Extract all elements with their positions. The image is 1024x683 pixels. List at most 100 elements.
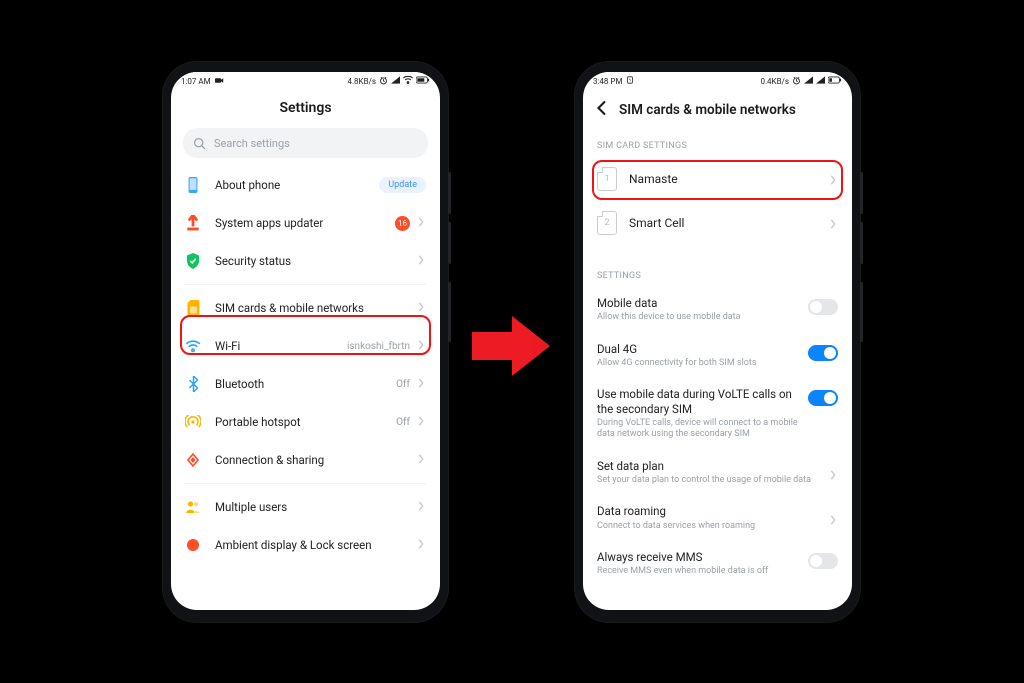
users-icon xyxy=(185,499,201,515)
signal-icon xyxy=(816,76,825,86)
phone-button xyxy=(860,172,863,214)
row-wifi[interactable]: Wi-Fi isnkoshi_fbrtn xyxy=(171,327,440,365)
battery-icon xyxy=(416,76,430,86)
row-mobile-data[interactable]: Mobile data Allow this device to use mob… xyxy=(583,287,852,333)
page-title: SIM cards & mobile networks xyxy=(619,102,796,118)
row-always-mms[interactable]: Always receive MMS Receive MMS even when… xyxy=(583,541,852,587)
search-placeholder: Search settings xyxy=(214,137,290,150)
charging-icon xyxy=(626,76,634,86)
phone-button xyxy=(448,222,451,264)
search-icon xyxy=(193,137,206,150)
setting-title: Always receive MMS xyxy=(597,550,800,564)
row-system-updater[interactable]: System apps updater 16 xyxy=(171,204,440,242)
camera-icon xyxy=(215,77,224,86)
row-ambient-display[interactable]: Ambient display & Lock screen xyxy=(171,526,440,553)
row-volte-secondary[interactable]: Use mobile data during VoLTE calls on th… xyxy=(583,378,852,449)
row-sim1[interactable]: 1 Namaste xyxy=(583,157,852,201)
row-value: isnkoshi_fbrtn xyxy=(347,341,410,352)
phone-button xyxy=(448,172,451,214)
toggle-mms[interactable] xyxy=(808,553,838,569)
status-speed: 4.8KB/s xyxy=(347,77,376,86)
back-button[interactable] xyxy=(595,100,609,119)
setting-sub: Set your data plan to control the usage … xyxy=(597,475,820,486)
settings-list[interactable]: About phone Update System apps updater 1… xyxy=(171,166,440,610)
row-sim2[interactable]: 2 Smart Cell xyxy=(583,201,852,245)
status-time: 3:48 PM xyxy=(593,77,622,86)
setting-title: Data roaming xyxy=(597,504,820,518)
setting-sub: During VoLTE calls, device will connect … xyxy=(597,418,800,441)
row-multiple-users[interactable]: Multiple users xyxy=(171,488,440,526)
row-label: Connection & sharing xyxy=(215,453,416,467)
row-label: Multiple users xyxy=(215,500,416,514)
setting-sub: Receive MMS even when mobile data is off xyxy=(597,566,800,577)
alarm-icon xyxy=(792,76,801,87)
chevron-right-icon xyxy=(416,500,426,514)
setting-sub: Connect to data services when roaming xyxy=(597,521,820,532)
row-dual-4g[interactable]: Dual 4G Allow 4G connectivity for both S… xyxy=(583,333,852,379)
setting-title: Mobile data xyxy=(597,296,800,310)
chevron-right-icon xyxy=(416,377,426,391)
row-data-roaming[interactable]: Data roaming Connect to data services wh… xyxy=(583,495,852,541)
toggle-volte[interactable] xyxy=(808,390,838,406)
setting-title: Use mobile data during VoLTE calls on th… xyxy=(597,387,800,416)
row-label: System apps updater xyxy=(215,216,395,230)
toggle-dual-4g[interactable] xyxy=(808,345,838,361)
toggle-mobile-data[interactable] xyxy=(808,299,838,315)
battery-icon xyxy=(828,76,842,86)
status-bar: 3:48 PM 0.4KB/s xyxy=(583,72,852,90)
row-about-phone[interactable]: About phone Update xyxy=(171,166,440,204)
alarm-icon xyxy=(379,76,388,87)
setting-sub: Allow this device to use mobile data xyxy=(597,312,800,323)
section-settings: SETTINGS xyxy=(583,261,852,287)
screen-right: 3:48 PM 0.4KB/s SIM cards & mobile netwo… xyxy=(583,72,852,610)
section-sim-settings: SIM CARD SETTINGS xyxy=(583,131,852,157)
bluetooth-icon xyxy=(185,376,201,392)
chevron-right-icon xyxy=(416,339,426,353)
phone-left: 1:07 AM 4.8KB/s Settings Search settings xyxy=(163,62,448,622)
count-badge: 16 xyxy=(395,216,410,231)
status-time: 1:07 AM xyxy=(181,77,211,86)
divider xyxy=(185,483,426,484)
row-bluetooth[interactable]: Bluetooth Off xyxy=(171,365,440,403)
chevron-right-icon xyxy=(828,510,838,529)
row-value: Off xyxy=(396,379,410,390)
phone-right: 3:48 PM 0.4KB/s SIM cards & mobile netwo… xyxy=(575,62,860,622)
phone-button xyxy=(860,282,863,342)
update-badge[interactable]: Update xyxy=(379,177,426,193)
chevron-right-icon xyxy=(828,214,838,233)
search-input[interactable]: Search settings xyxy=(183,128,428,158)
chevron-right-icon xyxy=(416,415,426,429)
chevron-right-icon xyxy=(828,170,838,189)
sim-label: Namaste xyxy=(629,172,828,186)
row-security-status[interactable]: Security status xyxy=(171,242,440,280)
row-value: Off xyxy=(396,417,410,428)
chevron-right-icon xyxy=(416,453,426,467)
phone-icon xyxy=(185,177,201,193)
phone-button xyxy=(860,222,863,264)
status-bar: 1:07 AM 4.8KB/s xyxy=(171,72,440,90)
setting-title: Set data plan xyxy=(597,459,820,473)
sim-label: Smart Cell xyxy=(629,216,828,230)
phone-button xyxy=(448,282,451,342)
setting-title: Dual 4G xyxy=(597,342,800,356)
shield-icon xyxy=(185,253,201,269)
hotspot-icon xyxy=(185,414,201,430)
row-sim-cards[interactable]: SIM cards & mobile networks xyxy=(171,289,440,327)
sim-card-icon: 1 xyxy=(597,167,617,191)
chevron-right-icon xyxy=(416,254,426,268)
chevron-right-icon xyxy=(416,216,426,230)
chevron-right-icon xyxy=(416,538,426,552)
row-hotspot[interactable]: Portable hotspot Off xyxy=(171,403,440,441)
display-icon xyxy=(185,537,201,553)
status-speed: 0.4KB/s xyxy=(760,77,789,86)
chevron-right-icon xyxy=(828,465,838,484)
row-label: Ambient display & Lock screen xyxy=(215,538,416,552)
page-title: Settings xyxy=(171,90,440,128)
arrow-icon xyxy=(472,312,552,380)
row-set-data-plan[interactable]: Set data plan Set your data plan to cont… xyxy=(583,450,852,496)
sim-icon xyxy=(185,300,201,316)
row-label: Portable hotspot xyxy=(215,415,396,429)
connection-icon xyxy=(185,452,201,468)
row-connection-sharing[interactable]: Connection & sharing xyxy=(171,441,440,479)
chevron-right-icon xyxy=(416,301,426,315)
